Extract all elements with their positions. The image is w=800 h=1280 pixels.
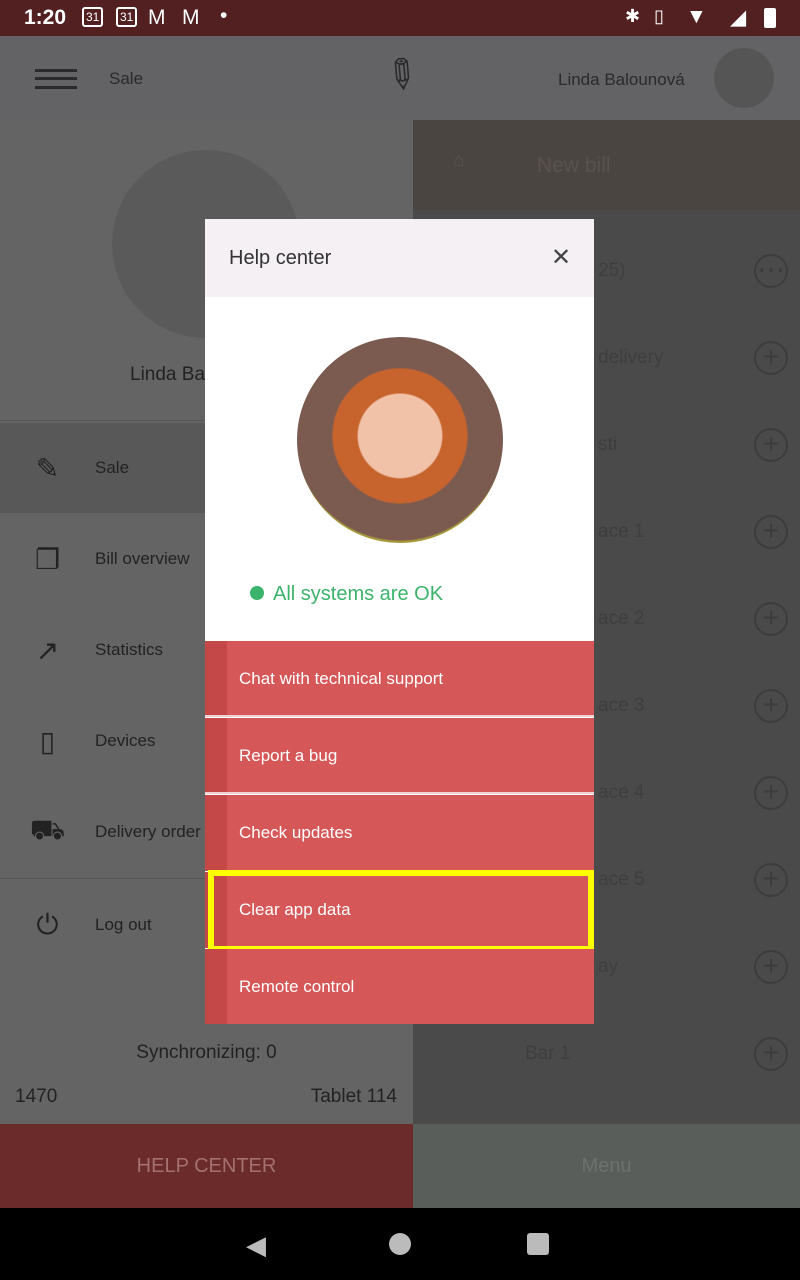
dialog-title: Help center (229, 247, 332, 269)
sync-status: Synchronizing: 0 (136, 1042, 277, 1063)
report-bug-button[interactable]: Report a bug (205, 718, 594, 794)
highlight-box (208, 870, 594, 952)
status-ok-icon (250, 586, 264, 600)
home-icon[interactable] (389, 1233, 411, 1255)
calendar-icon: 31 (82, 7, 104, 27)
recents-icon[interactable] (527, 1233, 549, 1255)
table-name: ace 5 (598, 869, 645, 890)
new-bill-button[interactable]: ⌂ New bill (413, 120, 800, 210)
app-bar-title: Sale (109, 69, 144, 88)
nav-label: Devices (95, 731, 156, 750)
drawer-user-name: Linda Ba (130, 364, 206, 385)
menu-label: Remote control (239, 977, 355, 996)
help-center-button[interactable]: HELP CENTER (0, 1124, 413, 1208)
menu-label: Check updates (239, 823, 353, 842)
close-icon[interactable]: ✕ (551, 243, 571, 272)
table-name: ace 4 (598, 782, 645, 803)
menu-button[interactable]: Menu (413, 1124, 800, 1208)
utensils-icon: ✎ (35, 452, 60, 484)
menu-label: Report a bug (239, 746, 338, 765)
add-icon[interactable]: + (754, 689, 788, 723)
system-status: All systems are OK (273, 583, 444, 605)
add-icon[interactable]: + (754, 950, 788, 984)
car-icon: ⛟ (29, 814, 66, 845)
documents-icon: ❐ (34, 543, 61, 575)
remote-control-button[interactable]: Remote control (205, 949, 594, 1024)
add-icon[interactable]: + (754, 776, 788, 810)
table-row[interactable]: Bar 1 + (413, 1013, 800, 1100)
device-id: 1470 (15, 1086, 58, 1107)
add-icon[interactable]: + (754, 428, 788, 462)
gmail-icon: M (148, 6, 166, 29)
table-name: ace 3 (598, 695, 645, 716)
bluetooth-icon: ✱ (625, 6, 641, 26)
system-nav-bar: ◀ (0, 1208, 800, 1280)
avatar[interactable] (714, 48, 774, 108)
vibrate-icon: ▯ (654, 6, 664, 26)
dot-icon: • (220, 4, 228, 27)
add-icon[interactable]: + (754, 863, 788, 897)
status-time: 1:20 (24, 6, 67, 29)
back-icon[interactable]: ◀ (246, 1230, 266, 1261)
help-center-dialog: Help center ✕ All systems are OK Chat wi… (205, 219, 594, 1024)
add-icon[interactable]: + (754, 515, 788, 549)
table-name: ay (598, 956, 619, 977)
dish-icon: ⌂ (453, 150, 465, 171)
table-name: 25) (598, 260, 626, 281)
add-icon[interactable]: + (754, 1037, 788, 1071)
table-name: ace 1 (598, 521, 645, 542)
battery-charging-icon (764, 8, 776, 28)
utensils-logo-icon: ✎ (373, 47, 428, 103)
table-name: sti (598, 434, 617, 455)
signal-icon: ◢ (730, 6, 747, 29)
table-name: delivery (598, 347, 664, 368)
nav-label: Statistics (95, 640, 164, 659)
nav-label: Sale (95, 458, 130, 477)
phone-icon: ▯ (39, 725, 56, 757)
table-name: ace 2 (598, 608, 645, 629)
add-icon[interactable]: + (754, 341, 788, 375)
trend-icon: ↗ (35, 634, 60, 666)
app-bar: Sale ✎ Linda Balounová (0, 36, 800, 120)
wifi-icon: ▼ (686, 5, 707, 28)
gmail-icon: M (182, 6, 200, 29)
add-icon[interactable]: + (754, 602, 788, 636)
menu-icon[interactable] (35, 69, 77, 89)
nav-label: Delivery order (95, 822, 201, 841)
menu-label: Chat with technical support (239, 669, 444, 688)
table-name: Bar 1 (525, 1043, 571, 1064)
nav-label: Log out (95, 915, 152, 934)
support-agent-photo (297, 337, 503, 543)
chat-support-button[interactable]: Chat with technical support (205, 641, 594, 717)
check-updates-button[interactable]: Check updates (205, 795, 594, 871)
nav-label: Bill overview (95, 549, 190, 568)
calendar-icon: 31 (116, 7, 138, 27)
dialog-header: Help center ✕ (205, 219, 594, 297)
user-name: Linda Balounová (558, 70, 685, 89)
more-icon[interactable]: ⋯ (754, 254, 788, 288)
status-bar: 1:20 31 31 M M • ✱ ▯ ▼ ◢ (0, 0, 800, 36)
clear-app-data-button[interactable]: Clear app data (205, 870, 594, 952)
device-name: Tablet 114 (310, 1086, 397, 1107)
power-icon: ⏻ (36, 908, 59, 940)
new-bill-label: New bill (537, 154, 611, 177)
